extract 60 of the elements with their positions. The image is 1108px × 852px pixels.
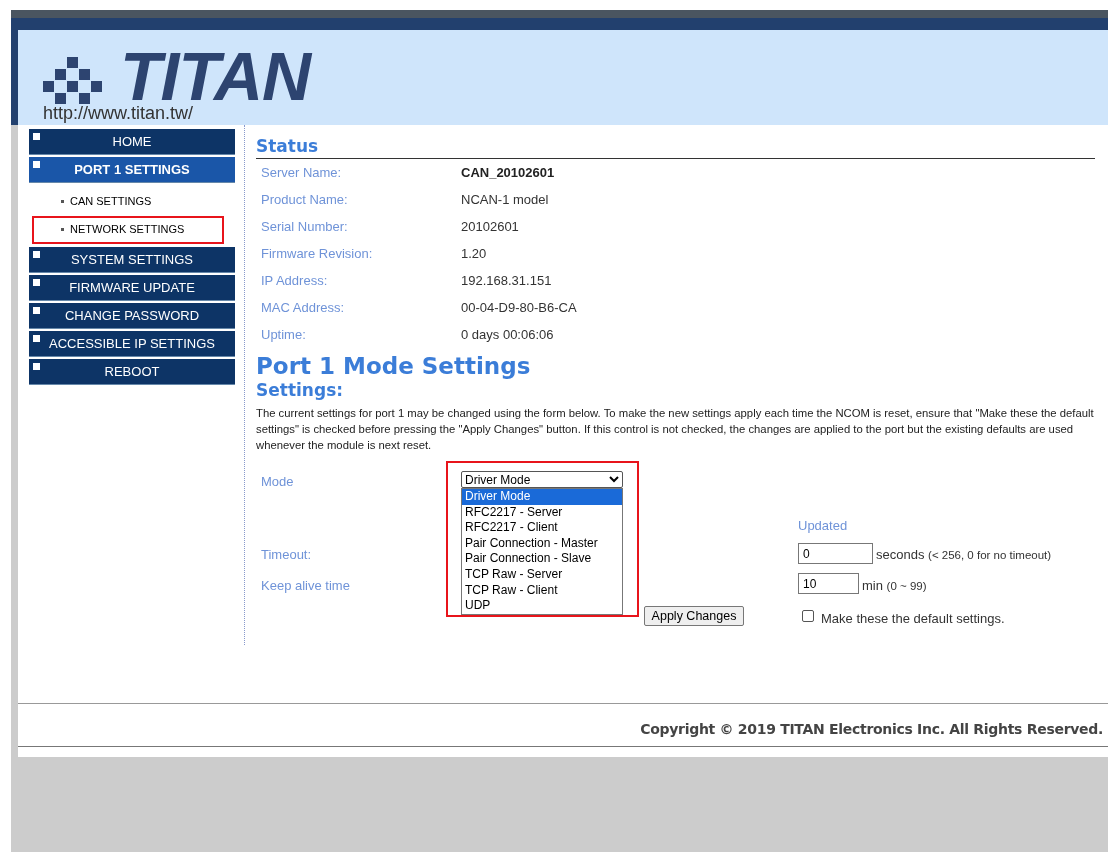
- field-value: 1.20: [461, 244, 487, 263]
- nav-item[interactable]: REBOOT: [29, 359, 235, 385]
- field-label: MAC Address:: [261, 298, 346, 317]
- dropdown-option[interactable]: RFC2217 - Server: [462, 504, 622, 521]
- apply-button[interactable]: Apply Changes: [644, 606, 744, 626]
- nav-item[interactable]: SYSTEM SETTINGS: [29, 247, 235, 273]
- field-value: 00-04-D9-80-B6-CA: [461, 298, 577, 317]
- field-value: 192.168.31.151: [461, 271, 552, 290]
- dropdown-option[interactable]: TCP Raw - Client: [462, 582, 622, 599]
- field-label: Mode: [261, 473, 294, 491]
- copyright-text: Copyright © 2019 TITAN Electronics Inc. All Rights Reserved.: [640, 720, 1103, 739]
- field-label: Uptime:: [261, 325, 307, 344]
- nav-item[interactable]: FIRMWARE UPDATE: [29, 275, 235, 301]
- unit-text: min (0 ~ 99): [862, 577, 927, 595]
- field-label: Product Name:: [261, 190, 349, 209]
- bullet-icon: [33, 335, 40, 342]
- status-note: Updated: [798, 517, 848, 535]
- field-label: Keep alive time: [261, 577, 350, 595]
- dropdown-option[interactable]: RFC2217 - Client: [462, 520, 622, 536]
- sub-nav-link[interactable]: NETWORK SETTINGS: [70, 220, 185, 238]
- bullet-icon: [33, 133, 40, 140]
- bullet-icon: [33, 279, 40, 286]
- checkbox-label: Make these the default settings.: [821, 610, 1005, 628]
- field-value: CAN_20102601: [461, 163, 555, 182]
- dropdown-option[interactable]: Driver Mode: [462, 489, 622, 505]
- dropdown-option[interactable]: Pair Connection - Slave: [462, 551, 622, 567]
- field-value: 20102601: [461, 217, 519, 236]
- bullet-icon: [33, 161, 40, 168]
- unit-text: seconds (< 256, 0 for no timeout): [876, 546, 1052, 564]
- bullet-icon: [33, 307, 40, 314]
- bullet-icon: [61, 199, 64, 203]
- caret-icon: [609, 476, 619, 483]
- bullet-icon: [61, 227, 64, 231]
- sub-nav-link[interactable]: CAN SETTINGS: [70, 192, 152, 210]
- field-value: 0 days 00:06:06: [461, 325, 554, 344]
- description-text: The current settings for port 1 may be changed using the form below. To make the new settings apply each time the NCOM is reset, ensure that "Make these the default settings" is checked before pressing the "Apply Changes" button. If this control is not checked, the changes are applied to the port but the existing defaults are used whenever the module is next reset.: [256, 406, 1095, 453]
- mode-dropdown[interactable]: Driver Mode: [461, 471, 623, 488]
- keep-alive-input[interactable]: 10: [798, 573, 859, 594]
- field-label: Timeout:: [261, 546, 312, 564]
- website-url: http://www.titan.tw/: [43, 102, 194, 124]
- dropdown-option[interactable]: Pair Connection - Master: [462, 535, 622, 552]
- section-title: Settings:: [256, 380, 344, 400]
- bullet-icon: [33, 363, 40, 370]
- timeout-input[interactable]: 0: [798, 543, 873, 564]
- field-label: Server Name:: [261, 163, 343, 182]
- nav-item[interactable]: ACCESSIBLE IP SETTINGS: [29, 331, 235, 357]
- section-title: Status: [256, 135, 320, 157]
- nav-item[interactable]: CHANGE PASSWORD: [29, 303, 235, 329]
- field-label: Firmware Revision:: [261, 244, 374, 263]
- field-label: IP Address:: [261, 271, 329, 290]
- dropdown-option[interactable]: UDP: [462, 598, 622, 614]
- nav-item[interactable]: HOME: [29, 129, 235, 155]
- logo-icon: [43, 57, 103, 107]
- nav-item[interactable]: PORT 1 SETTINGS: [29, 157, 235, 183]
- dropdown-option[interactable]: TCP Raw - Server: [462, 566, 622, 583]
- field-label: Serial Number:: [261, 217, 349, 236]
- checkbox[interactable]: [802, 610, 814, 622]
- field-value: NCAN-1 model: [461, 190, 549, 209]
- page-title: Port 1 Mode Settings: [256, 352, 531, 380]
- bullet-icon: [33, 251, 40, 258]
